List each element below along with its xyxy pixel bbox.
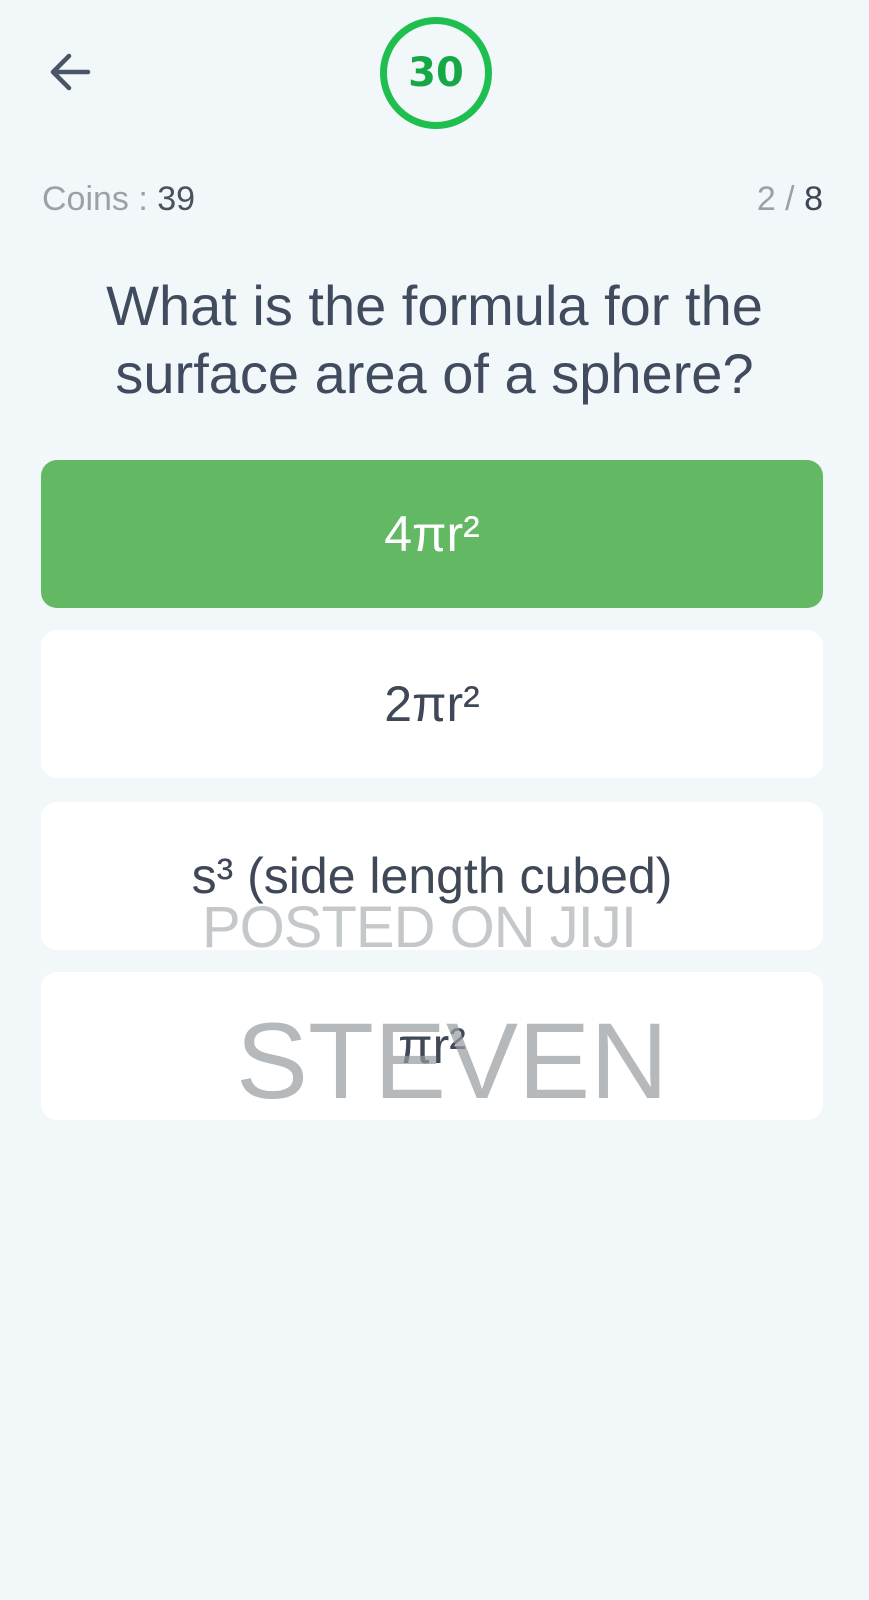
progress-total: 8 [804,180,823,218]
question-progress: 2 / 8 [757,180,823,219]
answer-option-label: πr² [398,1018,466,1074]
question-text: What is the formula for the surface area… [106,274,763,405]
arrow-left-icon [50,53,91,91]
countdown-timer: 30 [380,17,492,129]
coins-counter: Coins : 39 [42,180,195,219]
progress-current: 2 [756,180,776,218]
answer-option-label: s³ (side length cubed) [191,848,673,904]
coins-label: Coins : [42,180,158,218]
coins-value: 39 [157,180,196,218]
answer-option-3[interactable]: s³ (side length cubed) [41,802,823,950]
answer-option-label: 2πr² [384,676,480,732]
progress-separator: / [775,180,805,218]
answer-option-label: 4πr² [384,506,480,562]
answer-option-4[interactable]: πr² [41,972,823,1120]
answer-option-2[interactable]: 2πr² [41,630,823,778]
back-button[interactable] [44,48,96,96]
timer-value: 30 [408,50,464,96]
answer-option-1[interactable]: 4πr² [41,460,823,608]
